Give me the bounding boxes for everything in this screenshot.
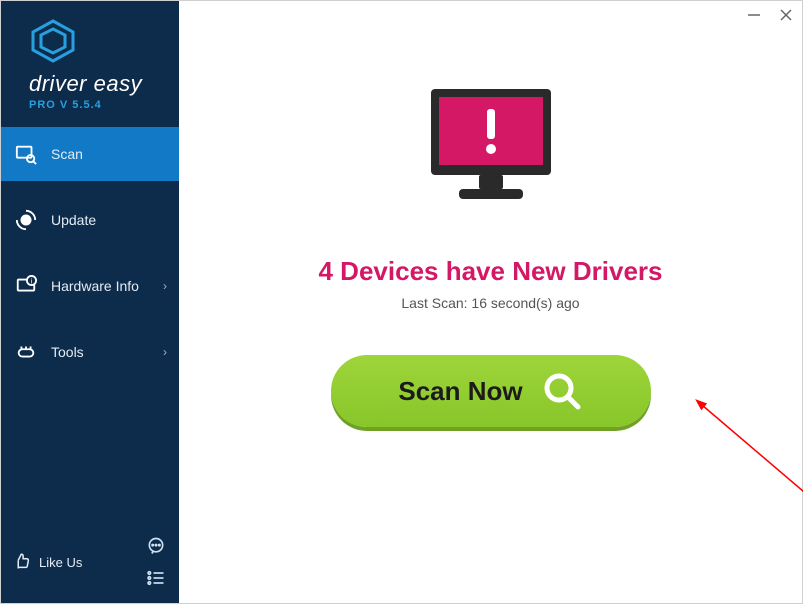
brand-version: PRO V 5.5.4 <box>29 99 163 111</box>
monitor-alert-icon <box>411 71 571 236</box>
sidebar-item-label: Hardware Info <box>51 278 139 294</box>
sidebar: driver easy PRO V 5.5.4 Scan <box>1 1 179 603</box>
sidebar-menu: Scan Update i <box>1 127 179 391</box>
update-icon <box>15 209 37 231</box>
scan-now-label: Scan Now <box>398 376 522 407</box>
feedback-icon[interactable] <box>145 535 167 557</box>
brand-block: driver easy PRO V 5.5.4 <box>1 1 179 121</box>
like-us-label: Like Us <box>39 555 82 570</box>
brand-logo-icon <box>29 19 163 63</box>
search-icon <box>541 370 583 412</box>
brand-name: driver easy <box>29 71 163 97</box>
sidebar-item-label: Update <box>51 212 96 228</box>
sidebar-item-label: Scan <box>51 146 83 162</box>
sidebar-item-update[interactable]: Update <box>1 193 179 247</box>
sidebar-bottom: Like Us <box>1 525 179 603</box>
sidebar-item-scan[interactable]: Scan <box>1 127 179 181</box>
annotation-arrow-icon <box>694 399 803 524</box>
hardware-info-icon: i <box>15 275 37 297</box>
monitor-illustration <box>411 71 571 236</box>
chevron-right-icon: › <box>163 345 167 359</box>
scan-icon <box>15 143 37 165</box>
sidebar-item-label: Tools <box>51 344 84 360</box>
app-window: driver easy PRO V 5.5.4 Scan <box>0 0 803 604</box>
like-us-button[interactable]: Like Us <box>13 552 82 573</box>
main-content: 4 Devices have New Drivers Last Scan: 16… <box>179 1 802 603</box>
scan-result-headline: 4 Devices have New Drivers <box>319 256 663 287</box>
sidebar-item-hardware-info[interactable]: i Hardware Info › <box>1 259 179 313</box>
tools-icon <box>15 341 37 363</box>
sidebar-extra-icons <box>145 535 167 589</box>
chevron-right-icon: › <box>163 279 167 293</box>
thumbs-up-icon <box>13 552 31 573</box>
last-scan-text: Last Scan: 16 second(s) ago <box>401 295 579 311</box>
scan-now-button[interactable]: Scan Now <box>331 355 651 427</box>
list-menu-icon[interactable] <box>145 567 167 589</box>
sidebar-item-tools[interactable]: Tools › <box>1 325 179 379</box>
